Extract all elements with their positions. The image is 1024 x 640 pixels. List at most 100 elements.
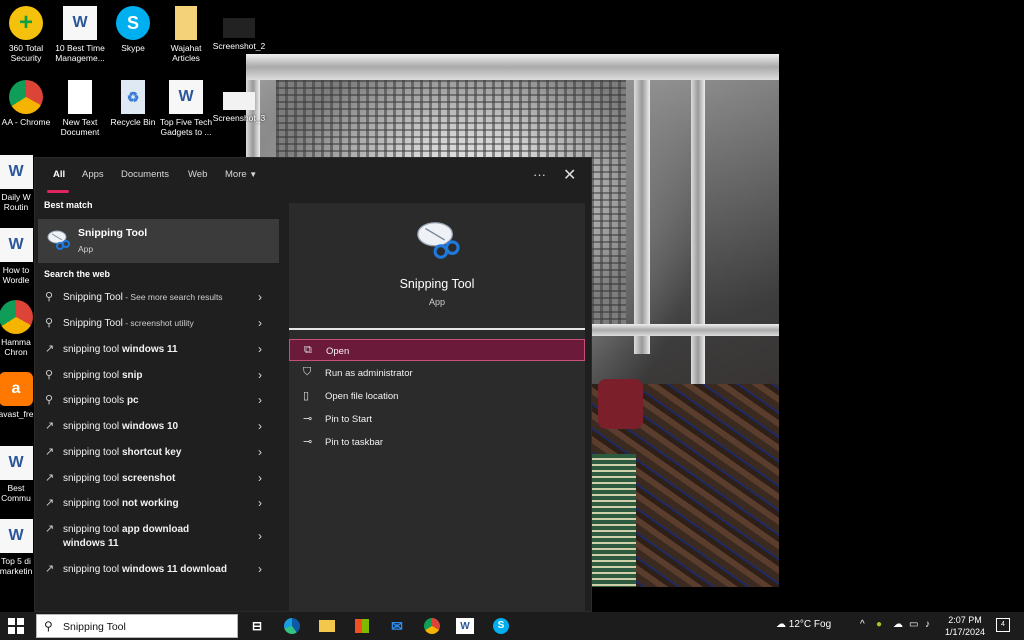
weather-text: 12°C Fog	[788, 619, 832, 630]
pin-to-taskbar-button[interactable]: ⊸ Pin to taskbar	[289, 431, 585, 453]
web-result-item[interactable]: ↗ snipping tool windows 11 download ›	[38, 558, 279, 582]
window-frame	[634, 54, 650, 354]
desktop-icon-top-five-tech[interactable]: W Top Five Tech Gadgets to ...	[156, 80, 216, 137]
web-result-item[interactable]: ↗ snipping tool screenshot ›	[38, 467, 279, 491]
notification-icon[interactable]: 4	[996, 618, 1010, 632]
more-options-icon[interactable]: ···	[533, 167, 546, 182]
web-result-suffix: - screenshot utility	[122, 318, 194, 328]
web-result-prefix: snipping tool	[63, 524, 122, 535]
microsoft-store-icon[interactable]	[351, 616, 373, 636]
web-result-item[interactable]: ↗ snipping tool windows 11 ›	[38, 338, 279, 362]
pin-icon: ⊸	[303, 436, 313, 448]
web-result-prefix: snipping tool	[63, 473, 122, 484]
desktop-icon-new-text-document[interactable]: New Text Document	[50, 80, 110, 137]
search-flyout: All Apps Documents Web More ▼ ··· ✕ Best…	[34, 157, 593, 613]
volume-icon[interactable]: ♪	[925, 619, 930, 630]
snipping-tool-icon	[47, 230, 70, 250]
icon-label: Screenshot_3	[212, 113, 266, 123]
run-as-admin-button[interactable]: ⛉ Run as administrator	[289, 362, 585, 384]
tray-app-icon[interactable]: ●	[876, 619, 882, 630]
web-result-text: snipping tool not working	[63, 498, 263, 509]
tab-documents[interactable]: Documents	[121, 169, 169, 180]
desktop-icon-skype[interactable]: S Skype	[103, 6, 163, 53]
desktop-icon-time-management[interactable]: W 10 Best Time Manageme...	[50, 6, 110, 63]
weather-widget[interactable]: ☁ 12°C Fog	[776, 619, 831, 630]
clock-time: 2:07 PM	[948, 615, 982, 625]
tab-all[interactable]: All	[53, 169, 65, 180]
edge-logo	[284, 618, 300, 634]
mail-icon[interactable]: ✉	[386, 616, 408, 636]
close-icon[interactable]: ✕	[563, 165, 576, 185]
taskbar-clock[interactable]: 2:07 PM 1/17/2024	[940, 614, 990, 638]
chevron-right-icon: ›	[258, 562, 262, 576]
pin-to-start-button[interactable]: ⊸ Pin to Start	[289, 408, 585, 430]
search-icon: ⚲	[44, 619, 53, 633]
chrome-icon	[0, 300, 33, 334]
desktop-screen: + 360 Total Security W 10 Best Time Mana…	[0, 0, 1024, 640]
web-result-text: snipping tool windows 10	[63, 421, 263, 432]
desktop-icon-best-commu[interactable]: W Best Commu	[0, 446, 36, 503]
web-result-item[interactable]: ↗ snipping tool app download windows 11 …	[38, 518, 279, 554]
web-result-text: Snipping Tool - See more search results	[63, 292, 263, 303]
desktop-icon-how-to-wordle[interactable]: W How to Wordle	[0, 228, 36, 285]
detail-divider	[289, 328, 585, 330]
best-match-item[interactable]: Snipping Tool App	[38, 219, 279, 263]
tab-web[interactable]: Web	[188, 169, 207, 180]
chrome-icon	[9, 80, 43, 114]
web-result-prefix: snipping tool	[63, 370, 122, 381]
web-result-suffix: - See more search results	[122, 292, 223, 302]
taskbar-search-box[interactable]: ⚲	[36, 614, 238, 638]
word-icon[interactable]: W	[456, 618, 474, 634]
skype-taskbar-icon[interactable]: S	[490, 616, 512, 636]
desktop-icon-360-security[interactable]: + 360 Total Security	[0, 6, 56, 63]
folder-logo	[319, 620, 335, 632]
web-result-item[interactable]: ↗ snipping tool not working ›	[38, 492, 279, 516]
trending-icon: ↗	[45, 497, 55, 509]
desktop-icon-top-5-marketing[interactable]: W Top 5 di marketin	[0, 519, 36, 576]
web-result-item[interactable]: ⚲ Snipping Tool - See more search result…	[38, 286, 279, 310]
tab-more[interactable]: More ▼	[225, 169, 257, 180]
windows-start-icon[interactable]	[8, 618, 24, 634]
web-result-bold: screenshot	[121, 473, 176, 484]
web-result-item[interactable]: ↗ snipping tool windows 10 ›	[38, 415, 279, 439]
desktop-icon-recycle-bin[interactable]: ♻ Recycle Bin	[103, 80, 163, 127]
desktop-icon-screenshot-3[interactable]: Screenshot_3	[209, 80, 269, 123]
trending-icon: ↗	[45, 420, 55, 432]
web-result-item[interactable]: ⚲ snipping tools pc ›	[38, 389, 279, 413]
web-result-prefix: snipping tool	[63, 447, 122, 458]
desktop-icon-wajahat-articles[interactable]: Wajahat Articles	[156, 6, 216, 63]
web-result-text: snipping tool windows 11 download	[63, 564, 263, 575]
battery-icon[interactable]: ▭	[909, 619, 918, 630]
chevron-right-icon: ›	[258, 290, 262, 304]
desktop-icon-screenshot-2[interactable]: Screenshot_2	[209, 6, 269, 51]
detail-subtitle: App	[428, 297, 445, 307]
chevron-right-icon: ›	[258, 342, 262, 356]
open-button[interactable]: ⧉ Open	[289, 339, 585, 361]
desktop-icon-hamma-chrome[interactable]: Hamma Chron	[0, 300, 36, 357]
edge-icon[interactable]	[281, 616, 303, 636]
action-label: Open	[326, 346, 350, 357]
search-tabs: All Apps Documents Web More ▼ ··· ✕	[35, 158, 593, 194]
task-view-icon[interactable]: ⊟	[246, 616, 268, 636]
open-file-location-button[interactable]: ▯ Open file location	[289, 385, 585, 407]
web-result-item[interactable]: ⚲ snipping tool snip ›	[38, 364, 279, 388]
trending-icon: ↗	[45, 446, 55, 458]
open-icon: ⧉	[304, 344, 312, 356]
desktop-icon-avast[interactable]: a avast_fre	[0, 372, 36, 419]
search-input[interactable]	[63, 619, 233, 635]
onedrive-icon[interactable]: ☁	[893, 619, 903, 630]
clock-date: 1/17/2024	[944, 627, 986, 637]
file-explorer-icon[interactable]	[316, 616, 338, 636]
icon-label: Top Five Tech Gadgets to ...	[159, 117, 213, 137]
search-icon: ⚲	[45, 394, 54, 406]
icon-label: Daily W Routin	[1, 192, 31, 212]
desktop-icon-daily-routine[interactable]: W Daily W Routin	[0, 155, 36, 212]
tab-apps[interactable]: Apps	[82, 169, 104, 180]
wallpaper-pillow	[598, 379, 643, 429]
web-result-item[interactable]: ↗ snipping tool shortcut key ›	[38, 441, 279, 465]
desktop-icon-aa-chrome[interactable]: AA - Chrome	[0, 80, 56, 127]
chevron-up-icon[interactable]: ^	[860, 619, 865, 630]
chrome-icon[interactable]	[421, 616, 443, 636]
web-result-item[interactable]: ⚲ Snipping Tool - screenshot utility ›	[38, 312, 279, 336]
web-result-prefix: snipping tools	[63, 395, 127, 406]
